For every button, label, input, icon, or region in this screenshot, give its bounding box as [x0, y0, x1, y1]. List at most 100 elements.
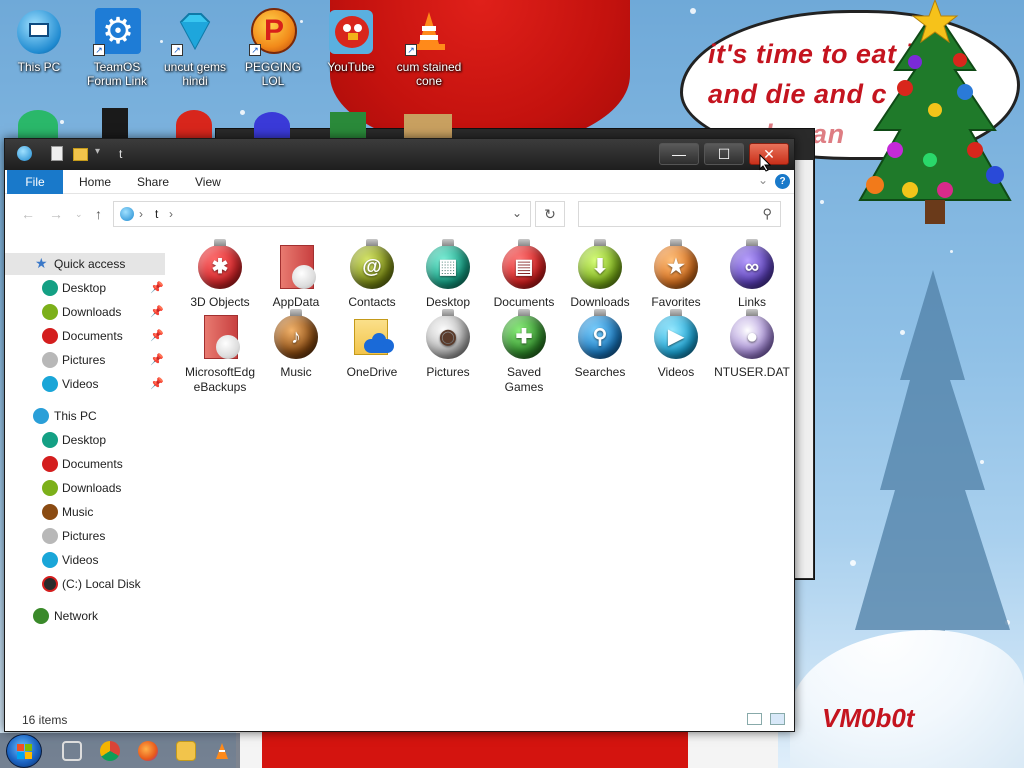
address-dropdown-icon[interactable]: ⌄ — [512, 206, 522, 220]
videos-icon — [42, 376, 58, 392]
file-item-edge-backups[interactable]: MicrosoftEdgeBackups — [182, 315, 258, 395]
nav-quick-desktop[interactable]: Desktop 📌 — [5, 277, 165, 299]
snow-ground — [790, 630, 1024, 768]
hidden-desktop-icon[interactable] — [102, 108, 128, 138]
tab-home[interactable]: Home — [67, 170, 123, 194]
file-item-videos[interactable]: ▶ Videos — [638, 309, 714, 380]
desktop-icon-teamos[interactable]: ⚙ ↗ TeamOS Forum Link — [79, 8, 155, 88]
pin-icon: 📌 — [150, 306, 164, 318]
minimize-button[interactable]: — — [659, 143, 699, 165]
nav-pc-local-disk[interactable]: (C:) Local Disk — [5, 573, 165, 595]
desktop-icon-youtube[interactable]: YouTube — [313, 8, 389, 74]
search-input[interactable]: ⚲ — [578, 201, 781, 227]
music-icon: ♪ — [274, 309, 318, 359]
background-window-scrollbar[interactable] — [795, 160, 813, 578]
nav-pc-videos[interactable]: Videos — [5, 549, 165, 571]
firefox-icon[interactable] — [138, 741, 158, 761]
expand-ribbon-icon[interactable]: ⌄ — [758, 173, 768, 187]
hidden-desktop-icon[interactable] — [18, 110, 58, 140]
vlc-icon[interactable] — [212, 741, 232, 761]
nav-pc-music[interactable]: Music — [5, 501, 165, 523]
hidden-desktop-icon[interactable] — [404, 114, 452, 140]
file-item-label: Contacts — [348, 295, 396, 309]
file-item-appdata[interactable]: AppData — [258, 245, 334, 310]
title-bar[interactable]: ▾ t — ☐ ✕ — [5, 139, 794, 170]
file-item-label: 3D Objects — [190, 295, 250, 309]
file-item-3d-objects[interactable]: ✱ 3D Objects — [182, 239, 258, 310]
nav-pc-pictures[interactable]: Pictures — [5, 525, 165, 547]
shortcut-arrow-icon: ↗ — [93, 44, 105, 56]
address-row: ← → ⌄ ↑ › t › ⌄ ↻ ⚲ — [5, 195, 794, 233]
item-count: 16 items — [22, 713, 68, 727]
file-item-links[interactable]: ∞ Links — [714, 239, 790, 310]
desktop-icon-this-pc[interactable]: This PC — [1, 8, 77, 74]
hidden-desktop-icon[interactable] — [176, 110, 212, 140]
mouse-cursor-icon — [759, 154, 771, 172]
properties-icon[interactable] — [51, 146, 65, 164]
back-arrow-icon[interactable]: ← — [21, 206, 35, 222]
nav-network[interactable]: Network — [5, 605, 165, 627]
explorer-app-icon[interactable] — [17, 146, 33, 164]
file-item-ntuser[interactable]: ● NTUSER.DAT — [714, 309, 790, 380]
quick-access-toolbar-dropdown-icon[interactable]: ▾ — [95, 146, 105, 164]
maximize-button[interactable]: ☐ — [704, 143, 744, 165]
file-item-saved-games[interactable]: ✚ Saved Games — [486, 309, 562, 395]
pin-icon: 📌 — [150, 330, 164, 342]
desktop-icon-pegging[interactable]: P ↗ PEGGING LOL — [235, 8, 311, 88]
file-item-desktop[interactable]: ▦ Desktop — [410, 239, 486, 310]
file-item-label: Links — [737, 295, 766, 309]
file-list: ✱ 3D Objects AppData @ Contacts ▦ Deskto… — [173, 239, 793, 709]
desktop-icon-cone[interactable]: ↗ cum stained cone — [391, 8, 467, 88]
nav-pc-desktop[interactable]: Desktop — [5, 429, 165, 451]
chrome-icon[interactable] — [100, 741, 120, 761]
file-item-music[interactable]: ♪ Music — [258, 309, 334, 380]
file-item-contacts[interactable]: @ Contacts — [334, 239, 410, 310]
file-item-onedrive[interactable]: OneDrive — [334, 315, 410, 380]
hidden-desktop-icon[interactable] — [330, 112, 366, 140]
up-arrow-icon[interactable]: ↑ — [95, 206, 102, 222]
file-explorer-window[interactable]: ▾ t — ☐ ✕ File Home Share View ⌄ ? ← → ⌄… — [4, 138, 795, 732]
shortcut-arrow-icon: ↗ — [249, 44, 261, 56]
details-view-icon[interactable] — [747, 713, 762, 725]
hidden-desktop-icon[interactable] — [254, 112, 290, 140]
nav-this-pc[interactable]: This PC — [5, 405, 165, 427]
gear-icon: ⚙ ↗ — [93, 8, 141, 56]
recent-locations-dropdown-icon[interactable]: ⌄ — [75, 209, 83, 220]
desktop-icon: ▦ — [426, 239, 470, 289]
desktop-icon-uncut-gems[interactable]: ↗ uncut gems hindi — [157, 8, 233, 88]
nav-quick-downloads[interactable]: Downloads 📌 — [5, 301, 165, 323]
help-icon[interactable]: ? — [775, 174, 790, 189]
start-button[interactable] — [6, 734, 42, 768]
file-item-label: Videos — [657, 365, 695, 379]
address-bar[interactable]: › t › ⌄ — [113, 201, 531, 227]
breadcrumb-item[interactable]: t — [155, 207, 158, 221]
nav-quick-access[interactable]: ★ Quick access — [5, 253, 165, 275]
tab-view[interactable]: View — [183, 170, 233, 194]
large-icons-view-icon[interactable] — [770, 713, 785, 725]
task-view-icon[interactable] — [62, 741, 82, 761]
refresh-button[interactable]: ↻ — [535, 201, 565, 227]
forward-arrow-icon[interactable]: → — [49, 206, 63, 222]
nav-quick-videos[interactable]: Videos 📌 — [5, 373, 165, 395]
file-item-pictures[interactable]: ◉ Pictures — [410, 309, 486, 380]
nav-quick-pictures[interactable]: Pictures 📌 — [5, 349, 165, 371]
tab-share[interactable]: Share — [125, 170, 181, 194]
nav-pc-documents[interactable]: Documents — [5, 453, 165, 475]
nav-pc-downloads[interactable]: Downloads — [5, 477, 165, 499]
nav-quick-documents[interactable]: Documents 📌 — [5, 325, 165, 347]
file-explorer-icon[interactable] — [176, 741, 196, 761]
this-pc-icon — [33, 408, 49, 424]
downloads-icon — [42, 480, 58, 496]
file-item-searches[interactable]: ⚲ Searches — [562, 309, 638, 380]
tab-file[interactable]: File — [7, 170, 63, 194]
new-folder-icon[interactable] — [73, 146, 89, 164]
refresh-icon: ↻ — [544, 206, 556, 222]
file-item-documents[interactable]: ▤ Documents — [486, 239, 562, 310]
file-item-label: Favorites — [651, 295, 701, 309]
desktop-icon-label: cum stained cone — [396, 60, 462, 88]
desktop-icon — [42, 280, 58, 296]
status-bar: 16 items — [5, 709, 794, 731]
file-item-downloads[interactable]: ⬇ Downloads — [562, 239, 638, 310]
file-item-favorites[interactable]: ★ Favorites — [638, 239, 714, 310]
breadcrumb-separator-icon[interactable]: › — [169, 207, 173, 221]
